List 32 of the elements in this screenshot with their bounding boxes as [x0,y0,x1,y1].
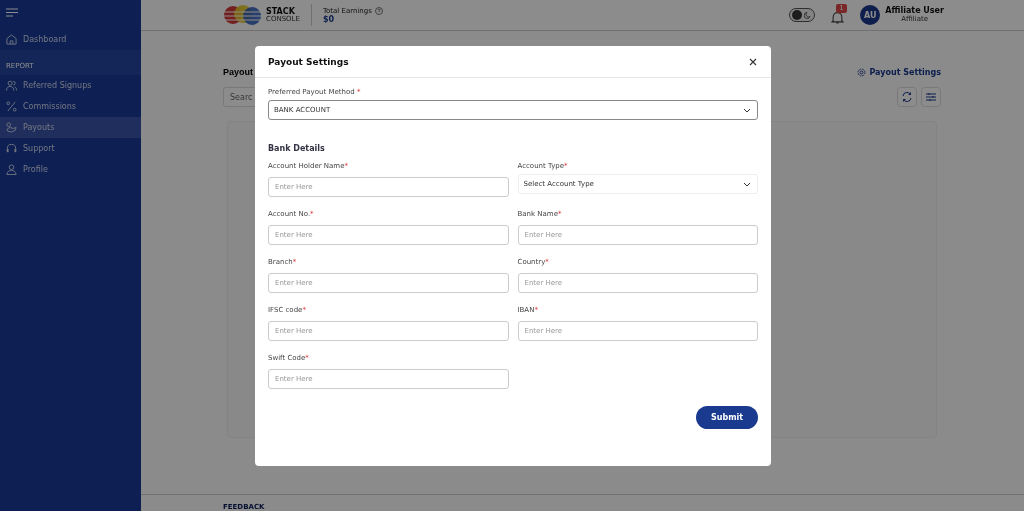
payout-settings-link[interactable]: Payout Settings [857,67,941,77]
users-icon [6,80,17,91]
page-title: Payout [223,67,253,77]
home-icon [6,34,17,45]
dialog-title: Payout Settings [268,56,349,67]
theme-toggle[interactable] [789,8,816,22]
close-icon[interactable] [749,57,757,66]
hand-coin-icon [6,122,17,133]
sidebar-item[interactable]: Dashboard [0,29,141,50]
chevron-down-icon [743,107,751,113]
filter-button[interactable] [921,87,941,107]
moon-icon [804,11,813,19]
logo-title: STACK [266,7,295,16]
menu-icon[interactable] [6,8,18,17]
submit-button[interactable]: Submit [696,406,758,429]
sidebar-item[interactable]: Profile [0,159,141,180]
headset-icon [6,143,17,154]
help-icon[interactable] [374,6,383,15]
percent-icon [6,101,17,112]
user-icon [6,164,17,175]
logo-icon [223,4,263,26]
bell-icon[interactable] [831,10,845,24]
sidebar-item[interactable]: Commissions [0,96,141,117]
chevron-down-icon [743,181,751,187]
user-name: Affiliate User [885,6,944,15]
refresh-button[interactable] [897,87,917,107]
sidebar-item[interactable]: Support [0,138,141,159]
sidebar-item[interactable]: Referred Signups [0,75,141,96]
earnings-value: $0 [322,14,336,24]
gear-icon [857,67,867,77]
section-heading: Bank Details [268,144,326,153]
avatar[interactable]: AU [860,5,881,25]
